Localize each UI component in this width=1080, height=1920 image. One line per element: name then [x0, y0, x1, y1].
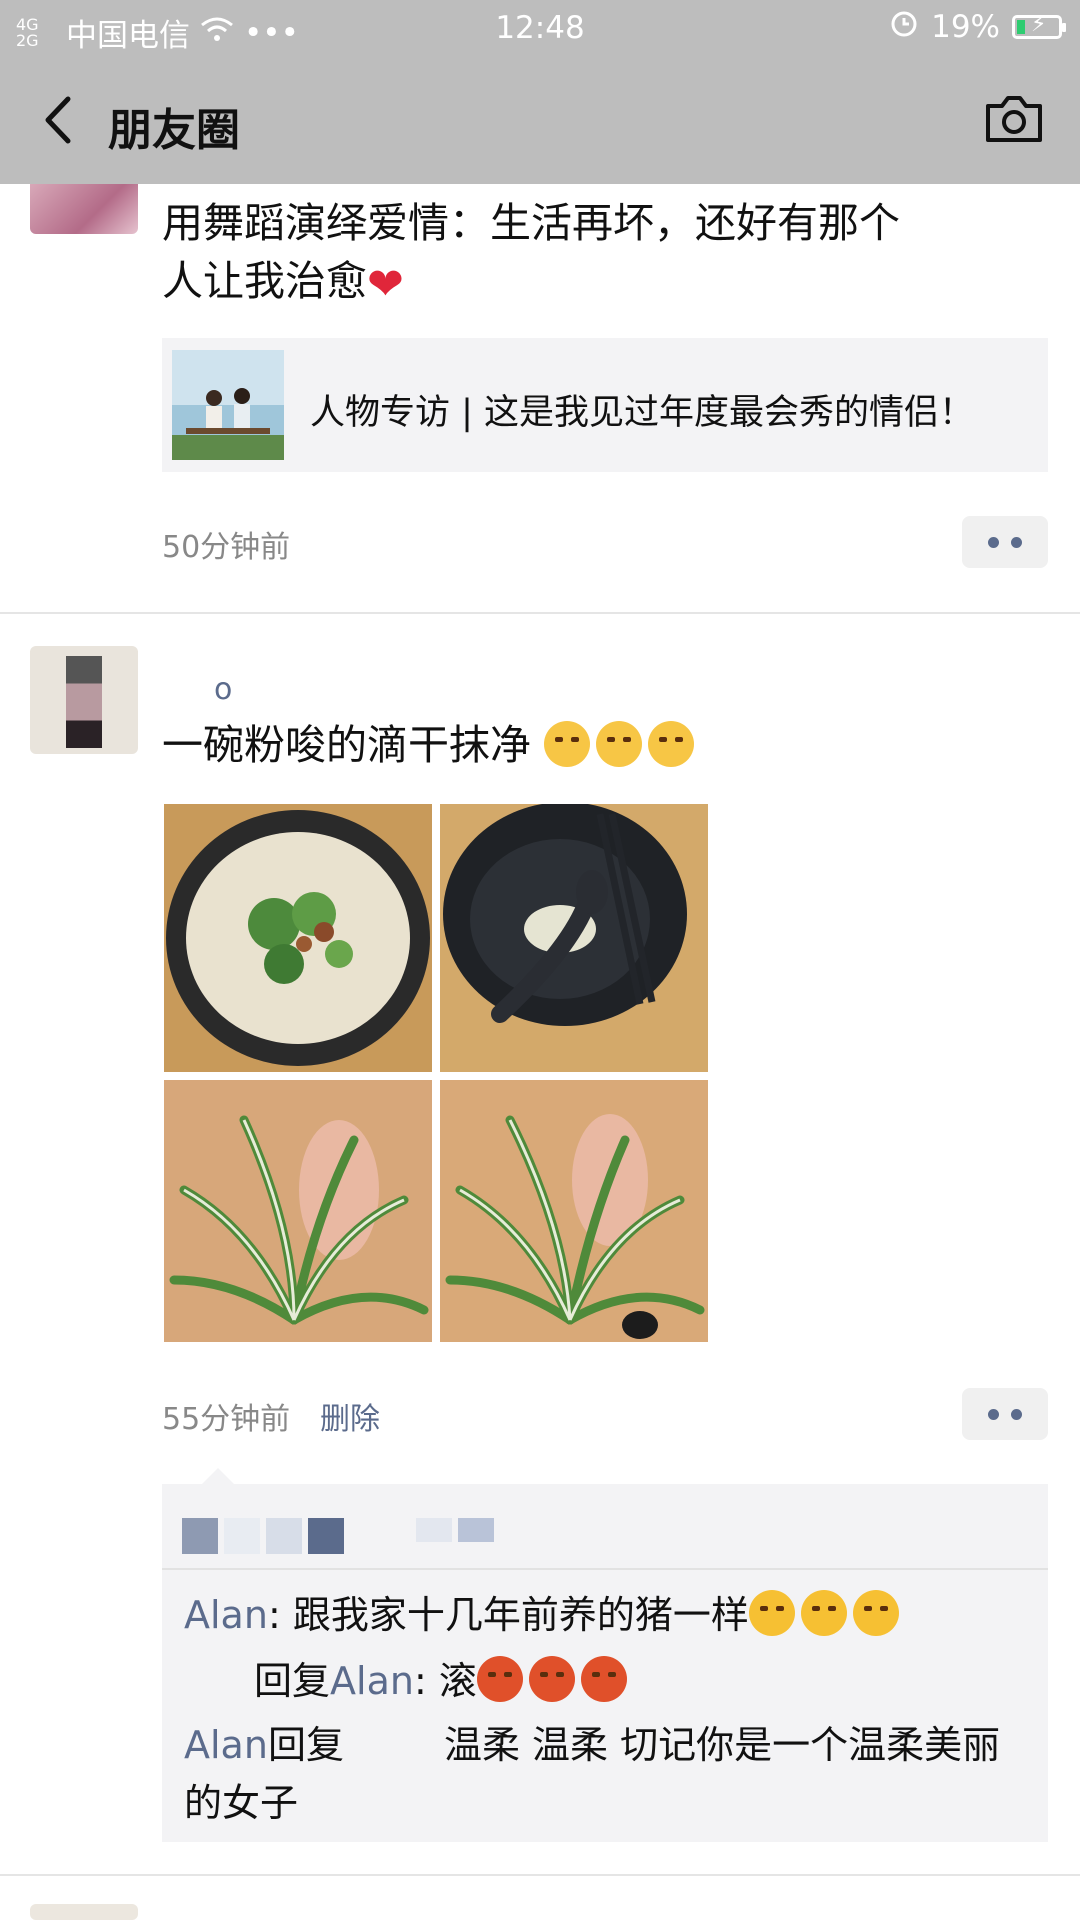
comment-item[interactable]: Alan: 跟我家十几年前养的猪一样 [184, 1586, 1034, 1644]
delete-link[interactable]: 删除 [320, 1394, 380, 1438]
heart-emoji-icon: ❤ [367, 259, 404, 310]
comments-divider [162, 1568, 1048, 1570]
nav-bar: 朋友圈 [0, 56, 1080, 184]
comment-author[interactable]: Alan [184, 1593, 268, 1637]
comment-text: 滚 [438, 1659, 477, 1703]
alarm-icon [889, 8, 919, 46]
comment-separator: : [267, 1593, 293, 1637]
avatar[interactable] [308, 1518, 344, 1554]
likes-row [182, 1518, 494, 1554]
link-title: 人物专访 | 这是我见过年度最会秀的情侣！ [310, 393, 975, 433]
post-author[interactable]: o [214, 672, 232, 707]
avatar[interactable] [30, 1904, 138, 1920]
camera-icon[interactable] [984, 92, 1044, 146]
avatar[interactable] [182, 1518, 218, 1554]
empty-bowl-photo[interactable] [440, 804, 708, 1072]
link-card[interactable]: 人物专访 | 这是我见过年度最会秀的情侣！ [162, 338, 1048, 472]
angry-emoji-icon [580, 1656, 627, 1702]
post-timestamp: 50分钟前 [162, 530, 291, 565]
reply-label: 回复 [267, 1723, 344, 1767]
page-title: 朋友圈 [108, 105, 240, 156]
status-bar: 4G 2G 中国电信 ••• 12:48 19% ⚡ [0, 0, 1080, 56]
chevron-left-icon[interactable] [30, 90, 90, 150]
comment-separator: : [413, 1659, 439, 1703]
comment-item[interactable]: 回复Alan: 滚 [184, 1652, 1034, 1710]
post-divider [0, 612, 1080, 614]
post-text-line: 一碗粉唆的滴干抹净 [162, 721, 531, 769]
avatar[interactable] [224, 1518, 260, 1554]
post-text: 用舞蹈演绎爱情：生活再坏，还好有那个 人让我治愈❤ [162, 194, 1022, 314]
reply-label: 回复 [254, 1659, 331, 1703]
more-options-button[interactable] [962, 1388, 1048, 1440]
comment-text: 跟我家十几年前养的猪一样 [292, 1593, 749, 1637]
angry-emoji-icon [476, 1656, 523, 1702]
post-divider [0, 1874, 1080, 1876]
spider-plant-photo-2[interactable] [440, 1080, 708, 1342]
post-text-line: 人让我治愈 [162, 257, 367, 305]
battery-icon: ⚡ [1012, 12, 1066, 39]
more-options-button[interactable] [962, 516, 1048, 568]
post-timestamp: 55分钟前 [162, 1402, 291, 1437]
grin-emoji-icon [596, 721, 643, 767]
grin-emoji-icon [648, 721, 695, 767]
avatar[interactable] [416, 1518, 452, 1542]
noodle-bowl-photo[interactable] [164, 804, 432, 1072]
grin-emoji-icon [544, 721, 591, 767]
angry-emoji-icon [528, 1656, 575, 1702]
post-text-line: 用舞蹈演绎爱情：生活再坏，还好有那个 [162, 199, 900, 247]
link-thumbnail [172, 350, 284, 460]
spider-plant-photo-1[interactable] [164, 1080, 432, 1342]
avatar[interactable] [30, 646, 138, 754]
comment-author[interactable]: Alan [184, 1723, 268, 1767]
comment-author[interactable]: Alan [330, 1659, 414, 1703]
avatar[interactable] [30, 184, 138, 234]
avatar[interactable] [458, 1518, 494, 1542]
smirk-emoji-icon [748, 1590, 795, 1636]
post-text: 一碗粉唆的滴干抹净 [162, 716, 1022, 774]
smirk-emoji-icon [852, 1590, 899, 1636]
smirk-emoji-icon [800, 1590, 847, 1636]
comments-panel: Alan: 跟我家十几年前养的猪一样 回复Alan: 滚 Alan回复 温柔 温柔… [162, 1468, 1048, 1842]
comment-item[interactable]: Alan回复 温柔 温柔 切记你是一个温柔美丽的女子 [184, 1716, 1034, 1832]
battery-percent: 19% [931, 9, 1000, 45]
avatar[interactable] [266, 1518, 302, 1554]
